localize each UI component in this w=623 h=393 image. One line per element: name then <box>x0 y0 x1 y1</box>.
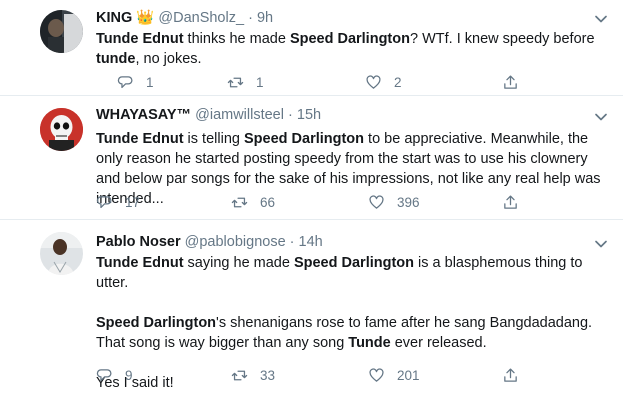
tweet[interactable]: KING 👑 @DanSholz_ · 9h Tunde Ednut think… <box>0 0 623 96</box>
reply-icon <box>96 196 112 209</box>
like-button[interactable]: 396 <box>368 194 420 211</box>
highlighted-name: tunde <box>96 51 136 67</box>
retweet-count: 33 <box>260 368 276 383</box>
highlighted-name: Speed Darlington <box>243 131 365 147</box>
avatar[interactable] <box>40 10 83 53</box>
like-button[interactable]: 2 <box>365 74 402 91</box>
avatar[interactable] <box>40 232 83 275</box>
like-icon <box>369 195 384 209</box>
tweet-header: Pablo Noser @pablobignose · 14h <box>96 234 323 250</box>
user-handle[interactable]: @DanSholz_ <box>158 10 244 26</box>
separator: · <box>288 107 293 123</box>
retweet-icon <box>231 370 248 381</box>
user-handle[interactable]: @iamwillsteel <box>195 107 284 123</box>
tweet[interactable]: WHAYASAY™ @iamwillsteel · 15h Tunde Ednu… <box>0 96 623 220</box>
reply-icon <box>96 369 112 382</box>
tweet-actions: 9 33 201 <box>96 367 536 387</box>
like-button[interactable]: 201 <box>368 367 420 384</box>
highlighted-name: Tunde Ednut <box>96 131 184 147</box>
reply-count: 17 <box>125 195 141 210</box>
tweet-paragraph: Speed Darlington's shenanigans rose to f… <box>96 313 606 353</box>
text-run: ? WTf. I knew speedy before <box>409 31 595 47</box>
tweet-paragraph: Tunde Ednut thinks he made Speed Darling… <box>96 29 606 69</box>
chevron-down-icon[interactable] <box>594 110 608 124</box>
highlighted-name: Speed Darlington <box>96 315 217 331</box>
share-button[interactable] <box>502 194 519 211</box>
display-name[interactable]: WHAYASAY™ <box>96 107 191 123</box>
retweet-button[interactable]: 66 <box>231 194 275 211</box>
text-run: thinks he made <box>183 31 290 47</box>
tweet[interactable]: Pablo Noser @pablobignose · 14h Tunde Ed… <box>0 220 623 391</box>
timestamp[interactable]: 14h <box>299 234 323 250</box>
share-icon <box>504 75 517 89</box>
like-icon <box>369 368 384 382</box>
avatar[interactable] <box>40 108 83 151</box>
highlighted-name: Tunde Ednut <box>96 31 184 47</box>
chevron-down-icon[interactable] <box>594 237 608 251</box>
display-name[interactable]: KING <box>96 10 132 26</box>
tweet-header: WHAYASAY™ @iamwillsteel · 15h <box>96 107 321 123</box>
tweet-text: Tunde Ednut thinks he made Speed Darling… <box>96 29 606 69</box>
highlighted-name: Speed Darlington <box>293 255 415 271</box>
share-button[interactable] <box>502 74 519 91</box>
reply-button[interactable]: 17 <box>96 194 140 211</box>
retweet-button[interactable]: 1 <box>227 74 264 91</box>
highlighted-name: Tunde Ednut <box>96 255 184 271</box>
share-icon <box>504 368 517 382</box>
display-name[interactable]: Pablo Noser <box>96 234 181 250</box>
timestamp[interactable]: 9h <box>257 10 273 26</box>
retweet-icon <box>227 77 244 88</box>
share-icon <box>504 195 517 209</box>
retweet-icon <box>231 197 248 208</box>
tweet-header: KING 👑 @DanSholz_ · 9h <box>96 9 273 26</box>
retweet-count: 66 <box>260 195 276 210</box>
crown-badge-icon: 👑 <box>136 10 155 26</box>
share-button[interactable] <box>502 367 519 384</box>
highlighted-name: Speed Darlington <box>289 31 410 47</box>
tweet-paragraph: Tunde Ednut saying he made Speed Darling… <box>96 253 606 293</box>
separator: · <box>289 234 295 250</box>
text-run: saying he made <box>183 255 294 271</box>
timestamp[interactable]: 15h <box>297 107 321 123</box>
text-run: ever released. <box>390 335 487 351</box>
user-handle[interactable]: @pablobignose <box>185 234 286 250</box>
text-run: , no jokes. <box>135 51 202 67</box>
highlighted-name: Tunde <box>348 335 391 351</box>
separator: · <box>248 10 253 26</box>
like-count: 396 <box>397 195 420 210</box>
chevron-down-icon[interactable] <box>594 12 608 26</box>
reply-button[interactable]: 9 <box>96 367 133 384</box>
tweet-actions: 1 1 2 <box>96 74 536 94</box>
retweet-button[interactable]: 33 <box>231 367 275 384</box>
like-count: 2 <box>394 75 402 90</box>
reply-count: 1 <box>146 75 154 90</box>
tweet-actions: 17 66 396 <box>96 194 536 214</box>
text-run: is telling <box>183 131 244 147</box>
retweet-count: 1 <box>256 75 264 90</box>
like-icon <box>366 75 381 89</box>
reply-icon <box>117 76 133 89</box>
reply-count: 9 <box>125 368 133 383</box>
like-count: 201 <box>397 368 420 383</box>
reply-button[interactable]: 1 <box>117 74 154 91</box>
